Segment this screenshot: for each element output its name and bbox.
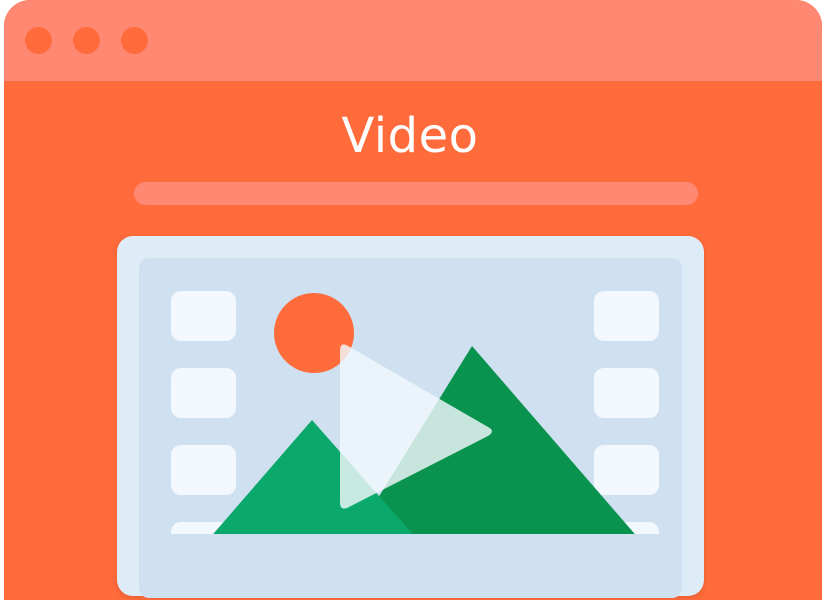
page-title: Video <box>341 108 479 164</box>
progress-bar <box>134 182 698 205</box>
video-frame-inner <box>139 258 682 598</box>
window-close-button[interactable] <box>25 27 52 54</box>
window-minimize-button[interactable] <box>73 27 100 54</box>
window-maximize-button[interactable] <box>121 27 148 54</box>
window-titlebar <box>4 0 822 81</box>
video-frame[interactable] <box>117 236 704 598</box>
